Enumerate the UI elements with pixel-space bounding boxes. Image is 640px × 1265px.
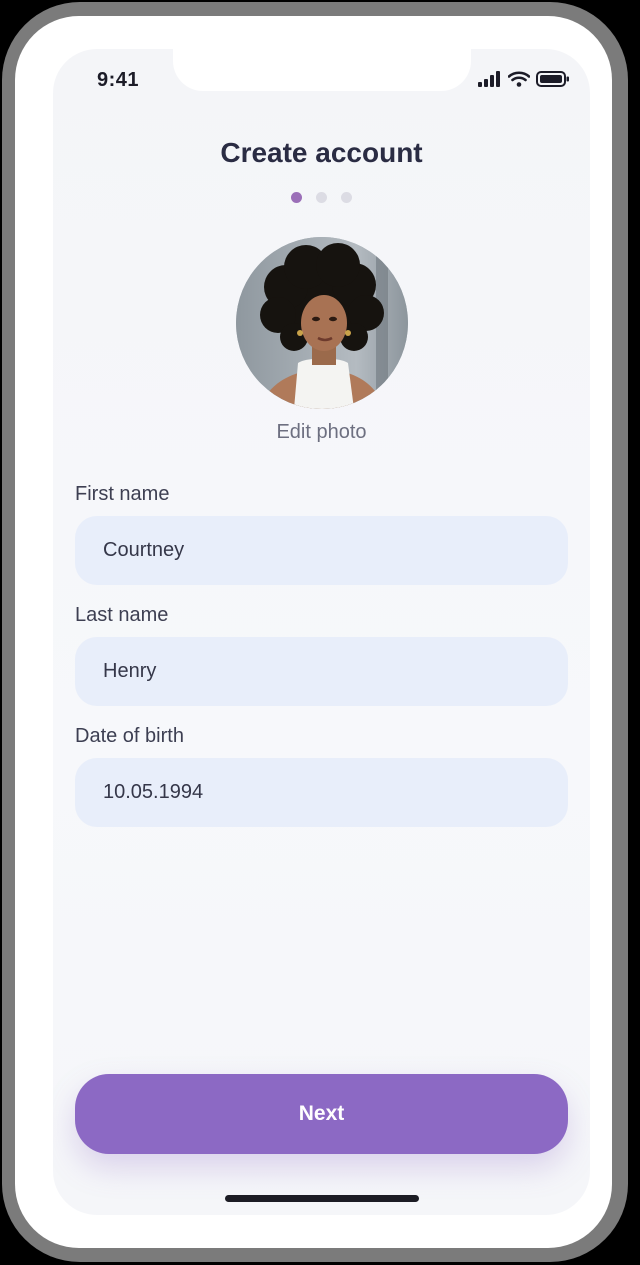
- next-button[interactable]: Next: [75, 1074, 568, 1154]
- last-name-field[interactable]: Henry: [75, 637, 568, 706]
- step-dot-3: [341, 192, 352, 203]
- avatar[interactable]: [236, 237, 408, 409]
- step-dot-1: [291, 192, 302, 203]
- last-name-label: Last name: [75, 604, 169, 626]
- dob-field[interactable]: 10.05.1994: [75, 758, 568, 827]
- app-screen: 9:41 Create account Edit photo First nam…: [53, 49, 590, 1215]
- phone-device: 9:41 Create account Edit photo First nam…: [0, 0, 640, 1265]
- edit-photo-link[interactable]: Edit photo: [53, 421, 590, 444]
- first-name-field[interactable]: Courtney: [75, 516, 568, 585]
- dob-label: Date of birth: [75, 725, 184, 747]
- step-dot-2: [316, 192, 327, 203]
- dob-value: 10.05.1994: [103, 781, 204, 803]
- profile-photo: [236, 237, 408, 409]
- status-icons: [478, 71, 570, 87]
- notch: [173, 49, 471, 91]
- signal-icon: [478, 71, 500, 87]
- wifi-icon: [508, 71, 530, 87]
- page-title: Create account: [220, 137, 423, 168]
- home-indicator[interactable]: [225, 1195, 419, 1202]
- last-name-value: Henry: [103, 660, 157, 682]
- status-time: 9:41: [97, 69, 140, 91]
- first-name-value: Courtney: [103, 539, 185, 561]
- next-button-label: Next: [298, 1102, 345, 1125]
- battery-icon: [536, 71, 569, 87]
- step-indicator: [53, 192, 590, 203]
- first-name-label: First name: [75, 483, 170, 505]
